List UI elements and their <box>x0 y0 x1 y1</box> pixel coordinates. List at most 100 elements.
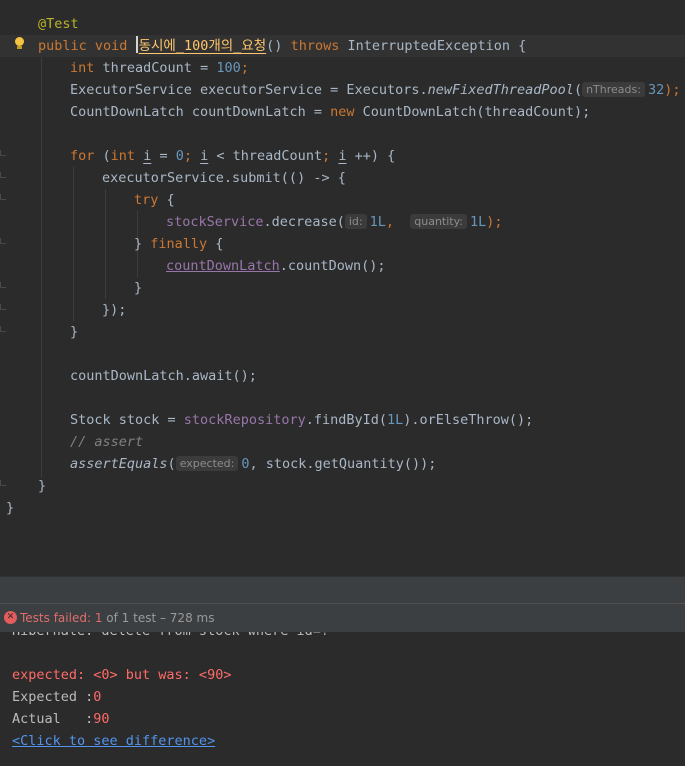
code-line[interactable]: } <box>6 497 14 519</box>
field-reference: stockService <box>166 214 264 230</box>
code-text: { <box>207 236 224 252</box>
code-text: .decrease( <box>263 214 345 230</box>
test-status-text: Tests failed: 1 of 1 test – 728 ms <box>20 604 214 632</box>
fold-marker-icon[interactable] <box>0 480 6 486</box>
fold-marker-icon[interactable] <box>0 238 6 244</box>
fold-marker-icon[interactable] <box>0 194 6 200</box>
lightbulb-icon[interactable] <box>14 37 24 49</box>
comment: // assert <box>70 434 144 450</box>
indent-guide <box>41 57 42 477</box>
comma: , <box>385 214 394 230</box>
fold-marker-icon[interactable] <box>0 304 6 310</box>
code-line[interactable]: @Test <box>38 13 79 35</box>
code-text: , stock.getQuantity()); <box>249 456 437 472</box>
code-line[interactable]: int threadCount = 100; <box>70 57 249 79</box>
indent-guide <box>73 167 74 321</box>
method-call: assertEquals <box>70 456 168 472</box>
number-literal: 1L <box>369 214 386 230</box>
keyword-new: new <box>330 104 355 120</box>
code-text: = <box>151 148 176 164</box>
code-line[interactable]: stockService.decrease(id: 1L, quantity: 1L… <box>166 211 503 233</box>
keyword-try: try <box>134 192 159 208</box>
code-text: } <box>134 280 143 296</box>
code-line[interactable]: try { <box>134 189 175 211</box>
param-hint: id: <box>344 214 367 229</box>
fold-marker-icon[interactable] <box>0 326 6 332</box>
code-line[interactable]: ExecutorService executorService = Execut… <box>70 79 680 101</box>
code-text: { <box>158 192 175 208</box>
number-literal: 100 <box>216 60 241 76</box>
keyword-public: public <box>38 38 87 54</box>
semicolon: ; <box>240 60 249 76</box>
fold-marker-icon[interactable] <box>0 150 6 156</box>
code-text: } <box>38 478 47 494</box>
code-text: ExecutorService executorService = Execut… <box>70 82 428 98</box>
console-output[interactable]: Hibernate: delete from stock where id=? … <box>0 632 685 766</box>
code-line[interactable]: } <box>38 475 46 497</box>
paren: ( <box>102 148 111 164</box>
number-literal: 0 <box>175 148 184 164</box>
code-text: < threadCount <box>208 148 323 164</box>
code-line[interactable]: CountDownLatch countDownLatch = new Coun… <box>70 101 590 123</box>
actual-label: Actual : <box>12 711 94 727</box>
method-parens: () <box>266 38 283 54</box>
expected-line: Expected :0 <box>12 686 101 708</box>
code-line[interactable]: Stock stock = stockRepository.findById(1… <box>70 409 533 431</box>
number-literal: 1L <box>470 214 487 230</box>
code-text: }); <box>102 302 127 318</box>
code-line[interactable]: } <box>134 277 142 299</box>
code-line[interactable]: countDownLatch.countDown(); <box>166 255 385 277</box>
number-literal: 1L <box>387 412 404 428</box>
indent-guide <box>105 189 106 299</box>
code-line[interactable]: for (int i = 0; i < threadCount; i ++) { <box>70 145 395 167</box>
code-text: executorService.submit(() -> { <box>102 170 346 186</box>
paren: ( <box>167 456 176 472</box>
number-literal: 32 <box>647 82 665 98</box>
panel-divider[interactable] <box>0 576 685 603</box>
semicolon: ; <box>183 148 201 164</box>
code-text: } <box>6 500 15 516</box>
assertion-message: expected: <0> but was: <90> <box>12 667 232 683</box>
code-end: ); <box>664 82 681 98</box>
code-text: countDownLatch.await(); <box>70 368 257 384</box>
expected-value: 0 <box>93 689 102 705</box>
code-line[interactable]: } <box>70 321 78 343</box>
keyword-int: int <box>110 148 136 164</box>
code-text: .findById( <box>305 412 387 428</box>
code-text: } <box>134 236 151 252</box>
actual-line: Actual :90 <box>12 708 110 730</box>
actual-value: 90 <box>93 711 110 727</box>
fold-marker-icon[interactable] <box>0 172 6 178</box>
method-name[interactable]: 동시에_100개의_요청 <box>139 38 267 54</box>
code-text: Stock stock = <box>70 412 184 428</box>
code-text: } <box>70 324 79 340</box>
fold-marker-icon[interactable] <box>0 282 6 288</box>
code-text: CountDownLatch countDownLatch = <box>70 104 331 120</box>
param-hint: quantity: <box>410 214 468 229</box>
code-text: .countDown(); <box>279 258 386 274</box>
code-line[interactable]: executorService.submit(() -> { <box>102 167 346 189</box>
code-end: ); <box>486 214 503 230</box>
expected-label: Expected : <box>12 689 94 705</box>
code-line[interactable]: // assert <box>70 431 143 453</box>
param-hint: expected: <box>175 456 239 471</box>
code-line[interactable]: }); <box>102 299 126 321</box>
code-line[interactable]: assertEquals(expected: 0, stock.getQuanti… <box>70 453 436 475</box>
semicolon: ; <box>322 148 339 164</box>
keyword-finally: finally <box>150 236 208 252</box>
see-difference-link[interactable]: <Click to see difference> <box>12 730 215 752</box>
keyword-throws: throws <box>290 38 340 54</box>
failed-count: 1 <box>94 611 103 625</box>
error-icon: ✕ <box>4 611 17 624</box>
code-line[interactable]: countDownLatch.await(); <box>70 365 257 387</box>
code-editor[interactable]: @Test public void 동시에_100개의_요청() throws … <box>0 0 685 576</box>
test-status-bar: ✕ Tests failed: 1 of 1 test – 728 ms <box>0 603 685 632</box>
tests-failed-label: Tests failed: <box>20 611 91 625</box>
param-hint: nThreads: <box>582 82 645 97</box>
code-line[interactable]: } finally { <box>134 233 223 255</box>
code-text: threadCount = <box>102 60 217 76</box>
code-line[interactable]: public void 동시에_100개의_요청() throws Interr… <box>38 35 526 57</box>
console-line: Hibernate: delete from stock where id=? <box>12 632 329 642</box>
code-text: CountDownLatch(threadCount); <box>362 104 591 120</box>
test-summary: of 1 test – 728 ms <box>106 611 215 625</box>
